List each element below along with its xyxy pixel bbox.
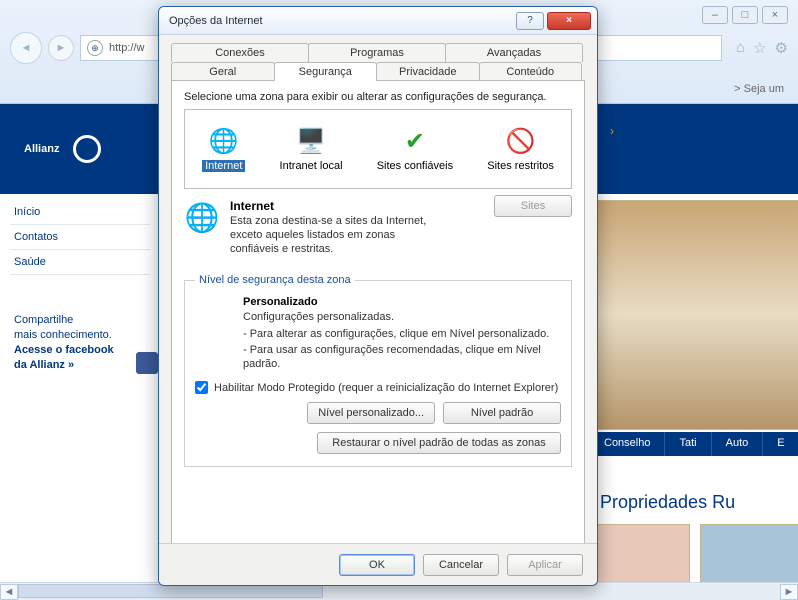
cliente-link[interactable]: Cliente <box>610 124 655 138</box>
custom-line2: - Para alterar as configurações, clique … <box>243 327 561 341</box>
zone-internet[interactable]: 🌐 Internet <box>196 125 251 174</box>
zone-intranet[interactable]: 🖥️ Intranet local <box>274 125 349 174</box>
hero-photo <box>590 200 798 430</box>
fb-line2: mais conhecimento. <box>14 328 146 343</box>
thumbs-up-icon <box>136 352 158 374</box>
thumb-photo-2 <box>700 524 798 582</box>
scroll-right-arrow[interactable]: ► <box>780 584 798 600</box>
dialog-footer: OK Cancelar Aplicar <box>159 543 597 585</box>
zone-instruction: Selecione uma zona para exibir ou altera… <box>184 91 572 103</box>
zone-selector: 🌐 Internet 🖥️ Intranet local ✔ Sites con… <box>184 109 572 189</box>
sidebar-nav: Início Contatos Saúde Compartilhe mais c… <box>10 200 150 380</box>
site-icon: ⊕ <box>87 40 103 56</box>
fb-line3: Acesse o facebook <box>14 343 146 358</box>
tab-seguranca[interactable]: Segurança <box>274 62 378 81</box>
dialog-title: Opções da Internet <box>169 15 513 27</box>
tab-privacidade[interactable]: Privacidade <box>376 62 480 81</box>
prohibited-icon: 🚫 <box>506 127 536 157</box>
cancel-button[interactable]: Cancelar <box>423 554 499 576</box>
tile-tati[interactable]: Tati <box>665 432 711 456</box>
tile-conselho[interactable]: Conselho <box>590 432 665 456</box>
thumb-photo-1 <box>590 524 690 582</box>
tile-auto[interactable]: Auto <box>712 432 764 456</box>
section-title-propriedades: Propriedades Ru <box>600 492 735 513</box>
protected-mode-row[interactable]: Habilitar Modo Protegido (requer a reini… <box>195 381 561 394</box>
category-tile-bar: Conselho Tati Auto E <box>590 432 798 456</box>
dialog-titlebar[interactable]: Opções da Internet ? × <box>159 7 597 35</box>
zone-restricted-label: Sites restritos <box>487 160 554 172</box>
fb-line1: Compartilhe <box>14 313 146 328</box>
tools-icon[interactable]: ⚙ <box>775 39 788 57</box>
globe-icon: 🌐 <box>184 199 220 235</box>
brand-logo-icon <box>73 135 101 163</box>
nav-inicio[interactable]: Início <box>10 200 150 225</box>
apply-button[interactable]: Aplicar <box>507 554 583 576</box>
brand-logo-text: Allianz <box>24 143 59 155</box>
restore-all-button[interactable]: Restaurar o nível padrão de todas as zon… <box>317 432 561 454</box>
zone-restricted[interactable]: 🚫 Sites restritos <box>481 125 560 174</box>
forward-button[interactable]: ► <box>48 35 74 61</box>
checkmark-icon: ✔ <box>400 127 430 157</box>
tab-conexoes[interactable]: Conexões <box>171 43 309 62</box>
custom-level-button[interactable]: Nível personalizado... <box>307 402 435 424</box>
custom-line1: Configurações personalizadas. <box>243 310 561 324</box>
security-level-fieldset: Nível de segurança desta zona Personaliz… <box>184 274 572 467</box>
url-text: http://w <box>109 42 144 54</box>
tab-panel-seguranca: Selecione uma zona para exibir ou altera… <box>171 80 585 556</box>
tab-programas[interactable]: Programas <box>308 43 446 62</box>
back-button[interactable]: ◄ <box>10 32 42 64</box>
home-icon[interactable]: ⌂ <box>736 39 745 57</box>
nav-saude[interactable]: Saúde <box>10 250 150 275</box>
globe-icon: 🌐 <box>209 127 239 157</box>
tab-geral[interactable]: Geral <box>171 62 275 81</box>
dialog-close-button[interactable]: × <box>547 12 591 30</box>
zone-internet-label: Internet <box>202 160 245 172</box>
zone-trusted[interactable]: ✔ Sites confiáveis <box>371 125 459 174</box>
sites-button[interactable]: Sites <box>494 195 572 217</box>
zone-desc-body: Esta zona destina-se a sites da Internet… <box>230 215 430 256</box>
protected-mode-checkbox[interactable] <box>195 381 208 394</box>
window-maximize-button[interactable]: □ <box>732 6 758 24</box>
protected-mode-label: Habilitar Modo Protegido (requer a reini… <box>214 382 558 394</box>
zone-intranet-label: Intranet local <box>280 160 343 172</box>
window-close-button[interactable]: × <box>762 6 788 24</box>
window-minimize-button[interactable]: – <box>702 6 728 24</box>
scroll-left-arrow[interactable]: ◄ <box>0 584 18 600</box>
fb-line4: da Allianz » <box>14 358 146 373</box>
computer-icon: 🖥️ <box>296 127 326 157</box>
breadcrumb-text: > Seja um <box>734 83 784 95</box>
internet-options-dialog: Opções da Internet ? × Conexões Programa… <box>158 6 598 586</box>
nav-contatos[interactable]: Contatos <box>10 225 150 250</box>
tab-avancadas[interactable]: Avançadas <box>445 43 583 62</box>
default-level-button[interactable]: Nível padrão <box>443 402 561 424</box>
custom-title: Personalizado <box>243 296 561 308</box>
favorites-icon[interactable]: ☆ <box>753 39 766 57</box>
fieldset-legend: Nível de segurança desta zona <box>195 274 355 286</box>
zone-trusted-label: Sites confiáveis <box>377 160 453 172</box>
facebook-promo[interactable]: Compartilhe mais conhecimento. Acesse o … <box>10 305 150 380</box>
tab-conteudo[interactable]: Conteúdo <box>479 62 583 81</box>
zone-desc-title: Internet <box>230 199 430 213</box>
tile-e[interactable]: E <box>763 432 798 456</box>
ok-button[interactable]: OK <box>339 554 415 576</box>
custom-line3: - Para usar as configurações recomendada… <box>243 343 561 372</box>
dialog-help-button[interactable]: ? <box>516 12 544 30</box>
